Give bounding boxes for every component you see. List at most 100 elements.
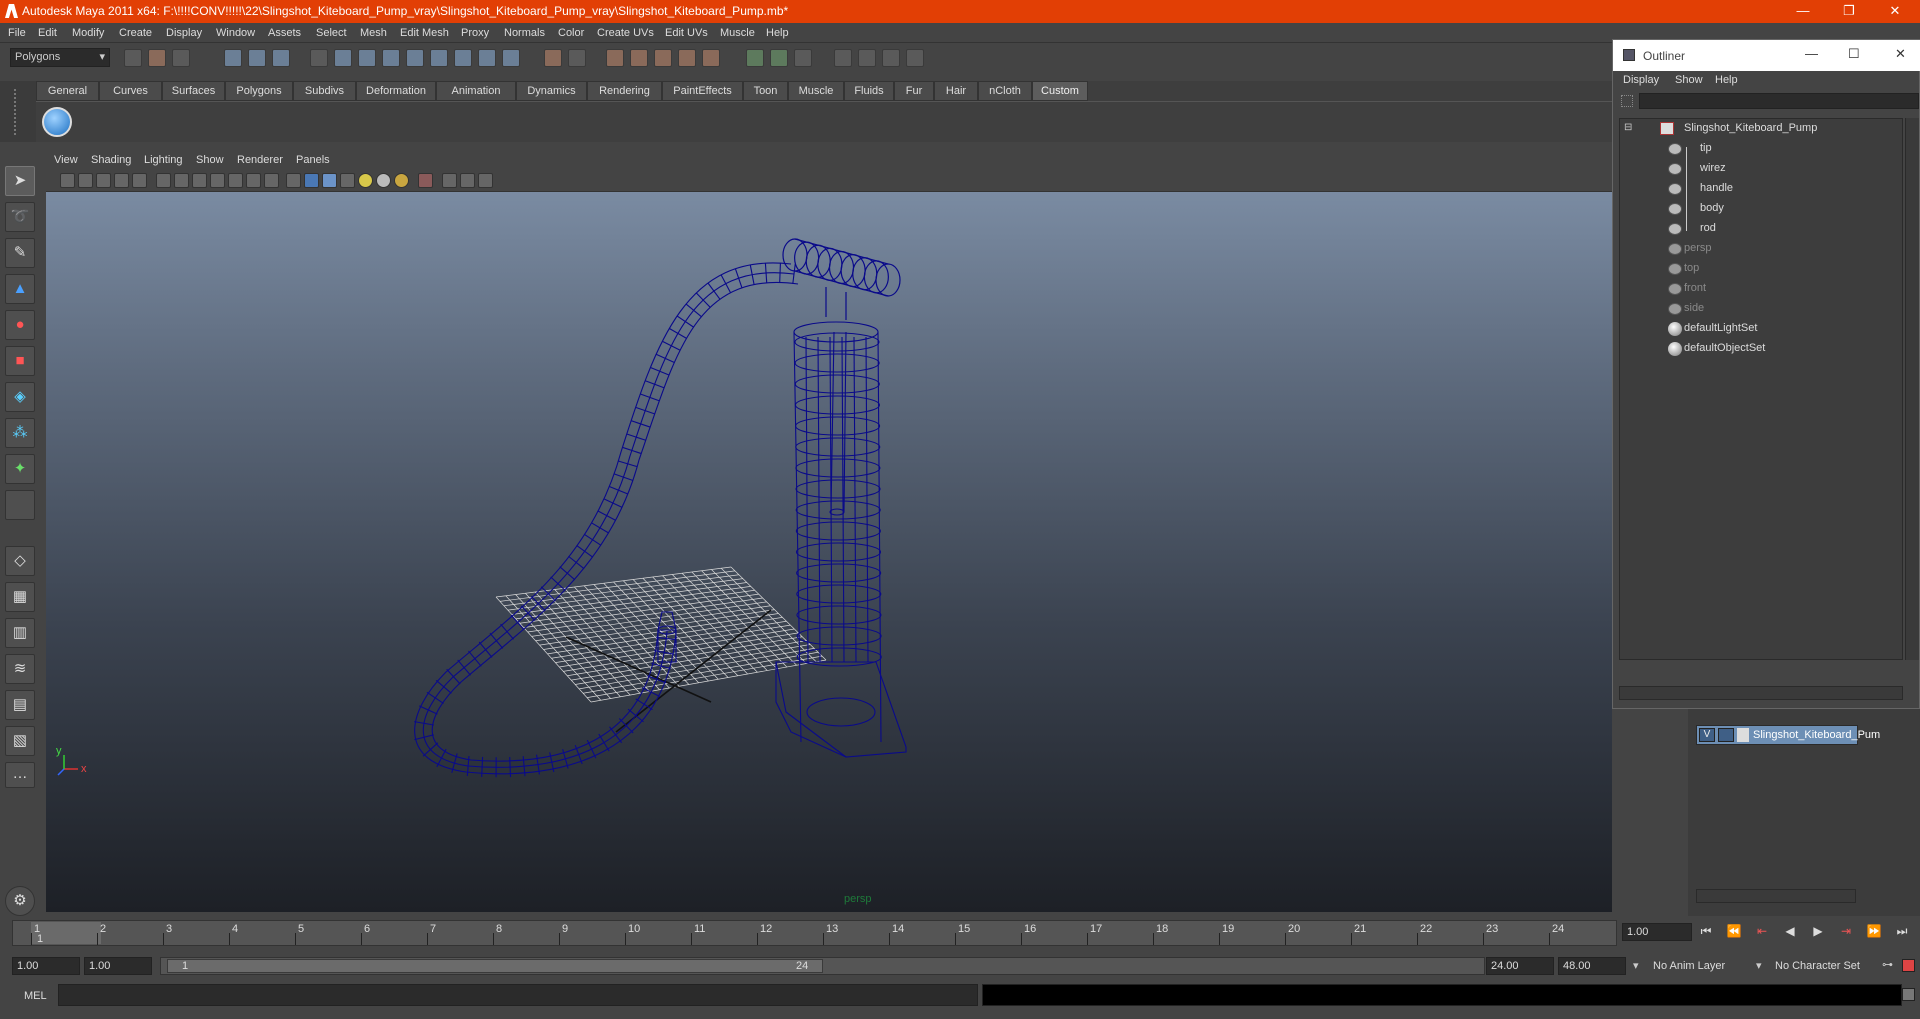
animation-start-field[interactable]: 1.00: [12, 957, 80, 975]
shelf-grip-icon[interactable]: [14, 89, 26, 135]
shelf-tab-toon[interactable]: Toon: [743, 81, 788, 101]
xray-icon[interactable]: [442, 173, 457, 188]
perspective-viewport[interactable]: x y persp: [46, 192, 1612, 912]
panel-menu-show[interactable]: Show: [196, 154, 224, 166]
textured-icon[interactable]: [340, 173, 355, 188]
select-handles-icon[interactable]: [334, 49, 352, 67]
last-tool-icon[interactable]: [5, 490, 35, 520]
menu-muscle[interactable]: Muscle: [720, 27, 755, 39]
smooth-shade-icon[interactable]: [304, 173, 319, 188]
menu-edit-uvs[interactable]: Edit UVs: [665, 27, 708, 39]
field-chart-icon[interactable]: [228, 173, 243, 188]
outliner-menu-show[interactable]: Show: [1675, 74, 1703, 86]
shadows-icon[interactable]: [376, 173, 391, 188]
resolution-gate-icon[interactable]: [192, 173, 207, 188]
high-quality-icon[interactable]: [394, 173, 409, 188]
shelf-tab-fluids[interactable]: Fluids: [844, 81, 894, 101]
mask-menu-icon[interactable]: [310, 49, 328, 67]
gate-mask-icon[interactable]: [210, 173, 225, 188]
snap-point-icon[interactable]: [654, 49, 672, 67]
outliner-item-wirez[interactable]: wirez: [1620, 159, 1910, 179]
menu-select[interactable]: Select: [316, 27, 347, 39]
shelf-tab-surfaces[interactable]: Surfaces: [162, 81, 225, 101]
panel-menu-panels[interactable]: Panels: [296, 154, 330, 166]
animation-end-field[interactable]: 48.00: [1558, 957, 1626, 975]
construction-history-icon[interactable]: [770, 49, 788, 67]
shelf-tab-painteffects[interactable]: PaintEffects: [662, 81, 743, 101]
preferences-icon[interactable]: [1902, 959, 1915, 972]
outliner-item-group[interactable]: Slingshot_Kiteboard_Pump: [1620, 119, 1910, 139]
playback-start-field[interactable]: 1.00: [84, 957, 152, 975]
menu-file[interactable]: File: [8, 27, 26, 39]
outliner-vertical-scrollbar[interactable]: [1905, 118, 1919, 660]
shelf-tab-muscle[interactable]: Muscle: [788, 81, 844, 101]
panel-menu-lighting[interactable]: Lighting: [144, 154, 183, 166]
render-current-frame-icon[interactable]: [834, 49, 852, 67]
shelf-tab-fur[interactable]: Fur: [894, 81, 934, 101]
grid-toggle-icon[interactable]: [156, 173, 171, 188]
anim-layer-dropdown[interactable]: No Anim Layer: [1648, 957, 1758, 975]
shelf-tab-curves[interactable]: Curves: [99, 81, 162, 101]
outliner-item-side[interactable]: side: [1620, 299, 1910, 319]
shelf-tab-subdivs[interactable]: Subdivs: [293, 81, 356, 101]
select-deformations-icon[interactable]: [430, 49, 448, 67]
persp-outliner-layout-icon[interactable]: ▥: [5, 618, 35, 648]
camera-bookmark-icon[interactable]: [78, 173, 93, 188]
ipr-render-icon[interactable]: [858, 49, 876, 67]
playback-end-field[interactable]: 24.00: [1486, 957, 1554, 975]
outliner-item-default-object-set[interactable]: defaultObjectSet: [1620, 339, 1910, 359]
snap-grid-icon[interactable]: [606, 49, 624, 67]
backface-culling-icon[interactable]: [478, 173, 493, 188]
layer-display-toggle[interactable]: [1718, 728, 1734, 742]
snap-curve-icon[interactable]: [630, 49, 648, 67]
menu-edit[interactable]: Edit: [38, 27, 57, 39]
current-time-field[interactable]: 1.00: [1622, 923, 1692, 941]
menu-window[interactable]: Window: [216, 27, 255, 39]
outliner-menu-display[interactable]: Display: [1623, 74, 1659, 86]
image-plane-icon[interactable]: [96, 173, 111, 188]
outliner-item-default-light-set[interactable]: defaultLightSet: [1620, 319, 1910, 339]
custom-layout-icon[interactable]: …: [5, 762, 35, 788]
highlight-selection-icon[interactable]: [568, 49, 586, 67]
close-button[interactable]: ✕: [1872, 0, 1918, 23]
menu-modify[interactable]: Modify: [72, 27, 104, 39]
save-scene-icon[interactable]: [172, 49, 190, 67]
step-back-key-button[interactable]: ⏪: [1726, 924, 1742, 938]
select-surfaces-icon[interactable]: [406, 49, 424, 67]
menu-proxy[interactable]: Proxy: [461, 27, 489, 39]
script-editor-icon[interactable]: ⚙: [5, 886, 35, 916]
select-joints-icon[interactable]: [358, 49, 376, 67]
select-curves-icon[interactable]: [382, 49, 400, 67]
shelf-tab-dynamics[interactable]: Dynamics: [516, 81, 587, 101]
character-set-dropdown[interactable]: No Character Set: [1770, 957, 1880, 975]
shelf-tab-deformation[interactable]: Deformation: [356, 81, 436, 101]
time-slider[interactable]: 1 1 2 3 4 5 6 7 8 9 10 11 12 13 14 15 16 17 18 19 20 21 22 23 2…: [0, 916, 1920, 948]
open-scene-icon[interactable]: [148, 49, 166, 67]
paint-select-tool-icon[interactable]: ✎: [5, 238, 35, 268]
shelf-tab-polygons[interactable]: Polygons: [225, 81, 293, 101]
play-forwards-button[interactable]: ▶: [1810, 924, 1826, 938]
select-misc-icon[interactable]: [502, 49, 520, 67]
menu-mesh[interactable]: Mesh: [360, 27, 387, 39]
two-d-pan-zoom-icon[interactable]: [114, 173, 129, 188]
lasso-tool-icon[interactable]: ➰: [5, 202, 35, 232]
select-dynamics-icon[interactable]: [454, 49, 472, 67]
render-view-icon[interactable]: [794, 49, 812, 67]
layer-color-swatch[interactable]: [1737, 728, 1749, 742]
outliner-item-handle[interactable]: handle: [1620, 179, 1910, 199]
range-slider-handle[interactable]: 1 24: [167, 959, 823, 973]
outliner-item-tip[interactable]: tip: [1620, 139, 1910, 159]
outliner-item-body[interactable]: body: [1620, 199, 1910, 219]
time-slider-track[interactable]: 1 1 2 3 4 5 6 7 8 9 10 11 12 13 14 15 16 17 18 19 20 21 22 23 2…: [12, 920, 1617, 946]
shelf-tab-animation[interactable]: Animation: [436, 81, 516, 101]
outliner-item-top[interactable]: top: [1620, 259, 1910, 279]
wireframe-on-shaded-icon[interactable]: [322, 173, 337, 188]
soft-mod-tool-icon[interactable]: ⁂: [5, 418, 35, 448]
xray-joints-icon[interactable]: [460, 173, 475, 188]
four-view-layout-icon[interactable]: ▦: [5, 582, 35, 612]
panel-menu-shading[interactable]: Shading: [91, 154, 131, 166]
menu-normals[interactable]: Normals: [504, 27, 545, 39]
wireframe-icon[interactable]: [286, 173, 301, 188]
single-perspective-layout-icon[interactable]: ◇: [5, 546, 35, 576]
render-settings-icon[interactable]: [882, 49, 900, 67]
